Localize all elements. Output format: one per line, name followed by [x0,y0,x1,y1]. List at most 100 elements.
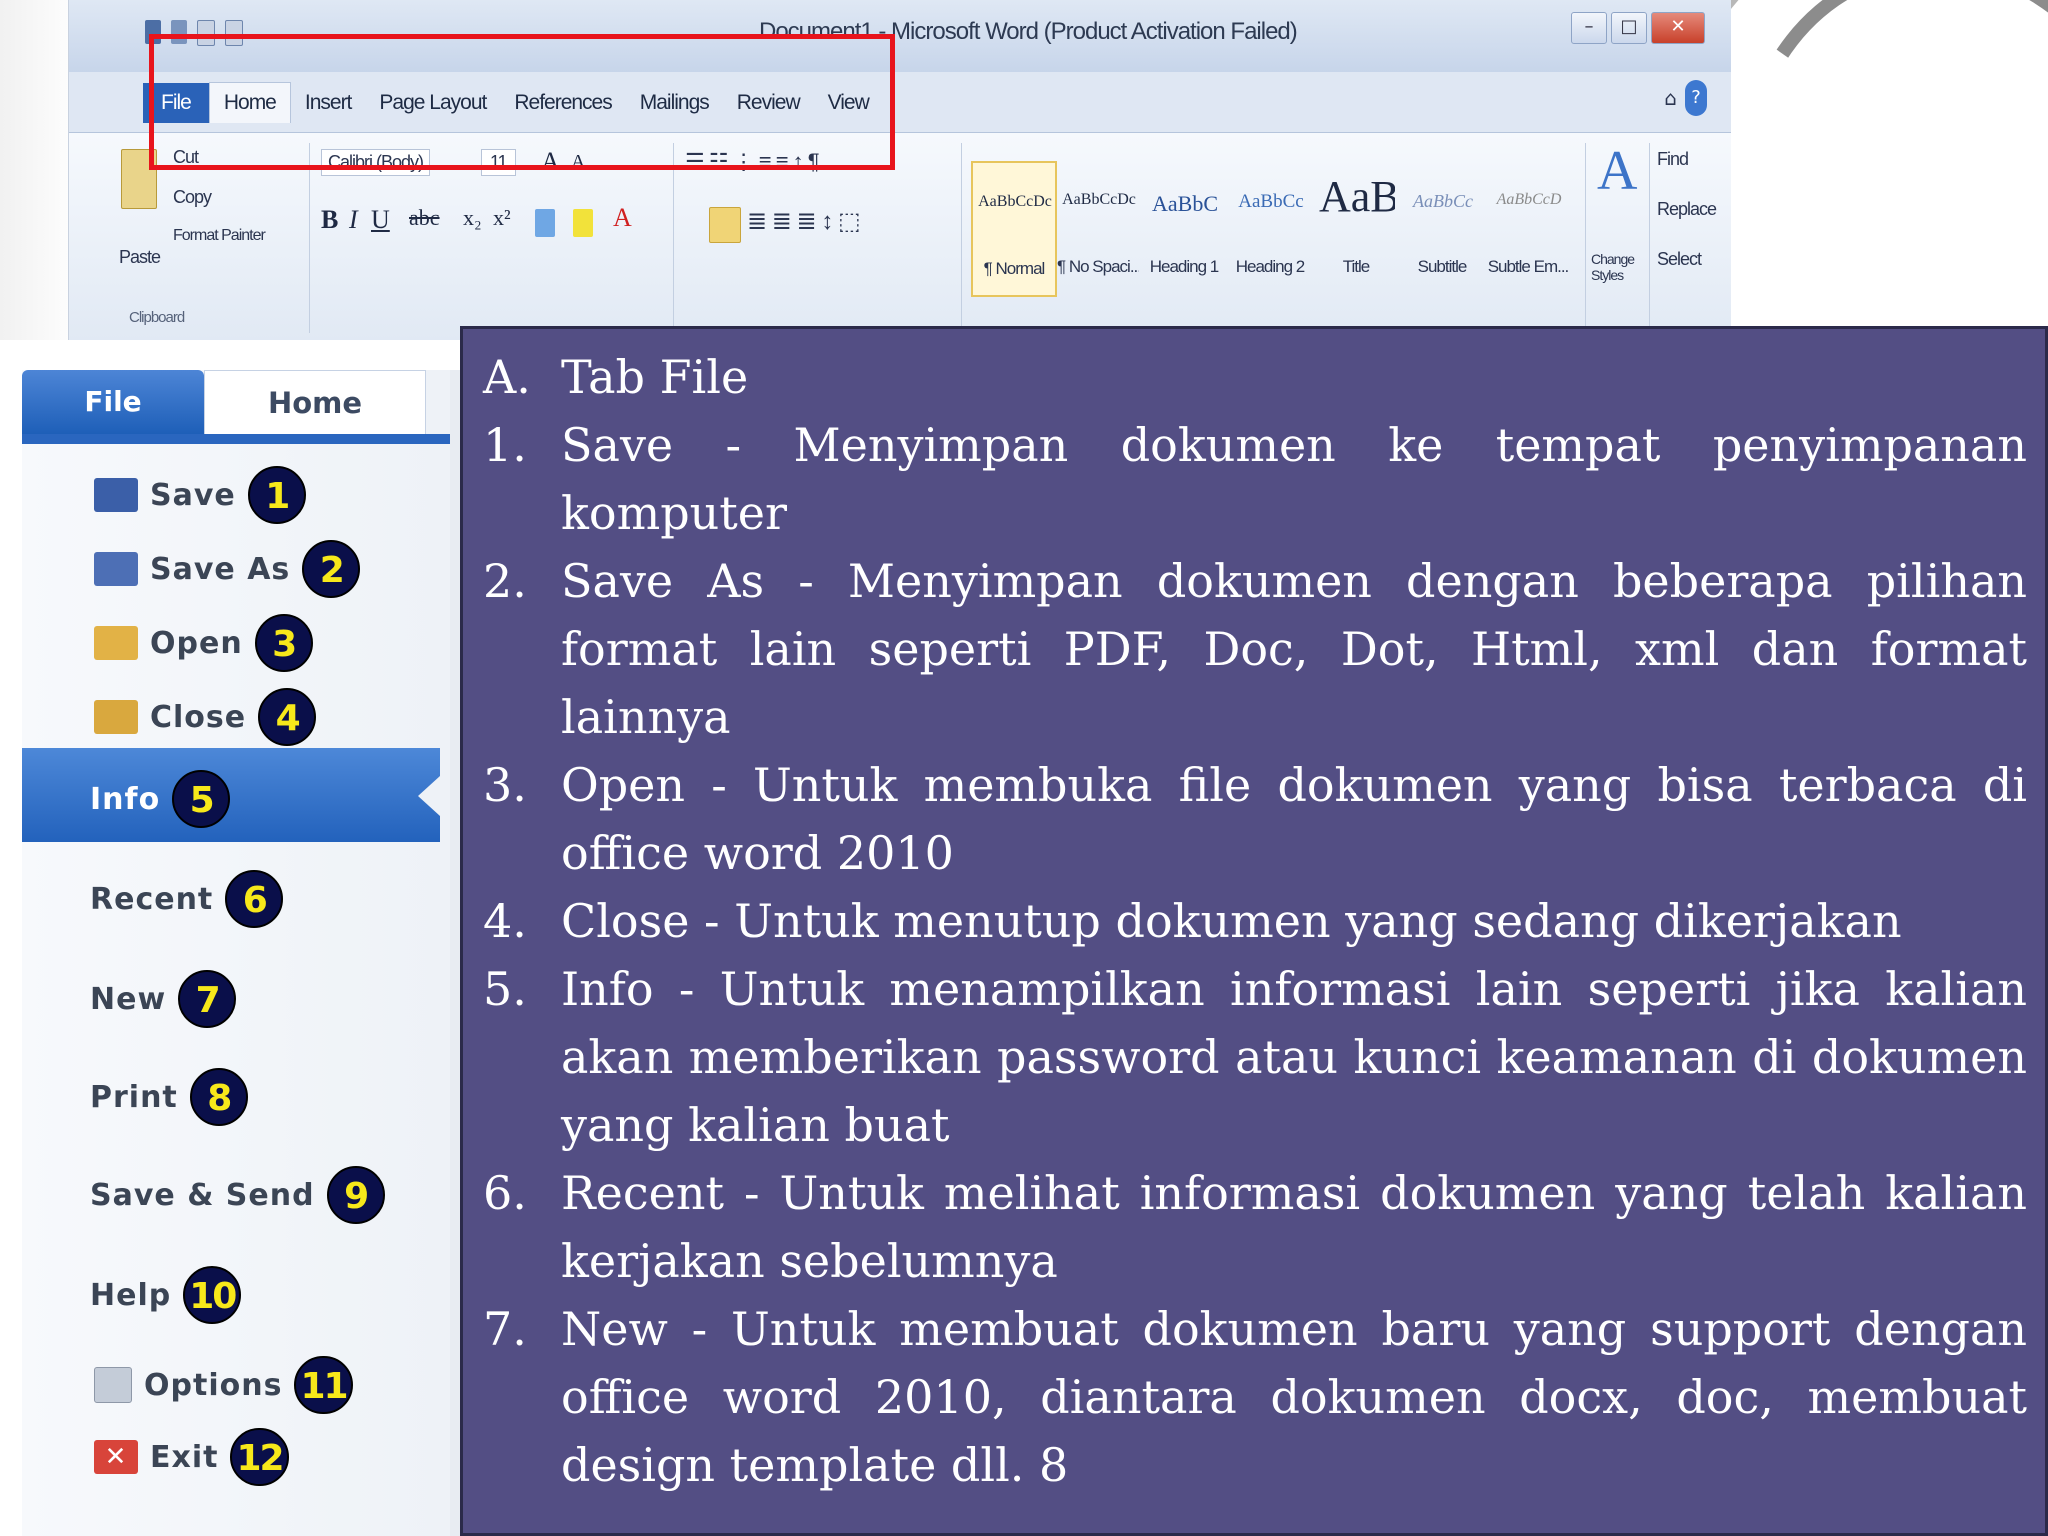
menu-item-help[interactable]: Help 10 [90,1266,242,1324]
style-normal[interactable]: AaBbCcDc ¶ Normal [971,161,1057,297]
item-number: 1. [483,418,527,472]
menu-item-label: New [90,981,167,1017]
number-badge: 4 [258,688,317,746]
minimize-button[interactable]: – [1571,12,1607,44]
styles-group: AaBbCcDc ¶ Normal AaBbCcDc ¶ No Spaci...… [965,143,1586,333]
align-left-icon[interactable] [709,207,741,243]
menu-item-label: Recent [90,881,214,917]
file-menu: File Home Save 1 Save As 2 Open 3 Close … [22,370,460,1536]
menu-item-new[interactable]: New 7 [90,970,237,1028]
item-number: 2. [483,554,527,608]
maximize-button[interactable]: □ [1611,12,1647,44]
editing-group: Find Replace Select [1653,143,1731,333]
style-subtle-emphasis[interactable]: AaBbCcD Subtle Em... [1487,161,1569,293]
align-buttons[interactable]: ≣ ≣ ≣ ↕ ⬚ [747,207,861,236]
number-badge: 12 [230,1428,289,1486]
save-as-icon [94,552,138,586]
menu-item-label: Info [90,781,161,817]
window-controls: – □ ✕ [1571,12,1705,44]
menu-item-label: Save & Send [90,1177,315,1213]
exit-icon: ✕ [94,1440,138,1474]
change-styles-group: A Change Styles [1589,140,1650,333]
heading-marker: A. [483,350,531,404]
item-text: Open - Untuk membuka file dokumen yang b… [561,758,2027,880]
item-number: 4. [483,894,527,948]
menu-item-label: Help [90,1277,172,1313]
text-effects-icon[interactable] [535,209,555,237]
highlight-box-tabs [149,34,895,170]
style-heading-1[interactable]: AaBbC Heading 1 [1143,161,1225,293]
menu-item-exit[interactable]: ✕ Exit 12 [94,1428,289,1486]
menu-item-save-and-send[interactable]: Save & Send 9 [90,1166,385,1224]
format-painter-button[interactable]: Format Painter [173,227,266,245]
menu-item-label: Save As [150,551,291,587]
menu-item-save[interactable]: Save 1 [94,466,306,524]
menu-item-recent[interactable]: Recent 6 [90,870,284,928]
item-number: 7. [483,1302,527,1356]
superscript-icon[interactable]: x² [493,205,511,231]
item-number: 3. [483,758,527,812]
number-badge: 3 [254,614,313,672]
select-button[interactable]: Select [1657,249,1702,270]
menu-item-label: Close [150,699,247,735]
style-subtitle[interactable]: AaBbCc Subtitle [1401,161,1483,293]
menu-item-label: Exit [150,1439,219,1475]
clipboard-group-label: Clipboard [129,309,185,326]
change-styles-icon[interactable]: A [1597,139,1637,203]
item-text: Save - Menyimpan dokumen ke tempat penyi… [561,418,2027,540]
file-menu-accent-line [22,434,450,444]
paste-label[interactable]: Paste [119,247,161,268]
style-heading-2[interactable]: AaBbCc Heading 2 [1229,161,1311,293]
highlight-icon[interactable] [573,209,593,237]
menu-item-close[interactable]: Close 4 [94,688,317,746]
selection-notch [418,776,440,816]
list-item: 6. Recent - Untuk melihat informasi doku… [483,1159,2027,1295]
copy-button[interactable]: Copy [173,187,212,208]
find-button[interactable]: Find [1657,149,1689,170]
item-text: Close - Untuk menutup dokumen yang sedan… [561,894,1902,948]
item-text: Recent - Untuk melihat informasi dokumen… [561,1166,2027,1288]
menu-item-open[interactable]: Open 3 [94,614,313,672]
font-color-icon[interactable]: A [613,203,632,233]
list-item: 4. Close - Untuk menutup dokumen yang se… [483,887,2027,955]
menu-item-info[interactable]: Info 5 [90,770,231,828]
list-item: 3. Open - Untuk membuka file dokumen yan… [483,751,2027,887]
underline-icon[interactable]: U [371,205,390,235]
bold-icon[interactable]: B [321,205,338,235]
info-selected-bar [22,748,440,842]
home-tab[interactable]: Home [204,370,426,436]
heading-text: Tab File [561,350,749,404]
number-badge: 1 [247,466,306,524]
file-menu-tabs: File Home [22,370,450,436]
menu-item-options[interactable]: Options 11 [94,1356,353,1414]
menu-item-label: Open [150,625,243,661]
number-badge: 9 [326,1166,385,1224]
number-badge: 7 [178,970,237,1028]
paragraph-group: ☰ ☷ ⋮ ≡ ≡ ↕ ¶ ≣ ≣ ≣ ↕ ⬚ [679,143,962,333]
number-badge: 2 [302,540,361,598]
strikethrough-icon[interactable]: abc [409,205,440,231]
subscript-icon[interactable]: x₂ [463,205,482,231]
help-icon[interactable]: ? [1685,80,1707,116]
minimize-ribbon-icon[interactable]: ⌂ [1664,86,1677,110]
number-badge: 10 [183,1266,242,1324]
clipboard-group: Paste Cut Copy Format Painter Clipboard [69,143,310,333]
menu-item-save-as[interactable]: Save As 2 [94,540,361,598]
style-no-spacing[interactable]: AaBbCcDc ¶ No Spaci... [1057,161,1139,293]
number-badge: 11 [294,1356,353,1414]
style-title[interactable]: AaB Title [1315,161,1397,293]
explanation-list: A. Tab File 1. Save - Menyimpan dokumen … [463,329,2045,1499]
list-heading: A. Tab File [483,343,2027,411]
word-window-screenshot: Document1 - Microsoft Word (Product Acti… [68,0,1731,340]
change-styles-label[interactable]: Change Styles [1591,251,1647,283]
number-badge: 5 [172,770,231,828]
menu-item-print[interactable]: Print 8 [90,1068,248,1126]
file-tab[interactable]: File [22,370,204,434]
replace-button[interactable]: Replace [1657,199,1717,220]
italic-icon[interactable]: I [349,205,358,235]
list-item: 5. Info - Untuk menampilkan informasi la… [483,955,2027,1159]
number-badge: 6 [225,870,284,928]
close-window-button[interactable]: ✕ [1651,12,1705,44]
number-badge: 8 [189,1068,248,1126]
options-icon [94,1367,132,1403]
